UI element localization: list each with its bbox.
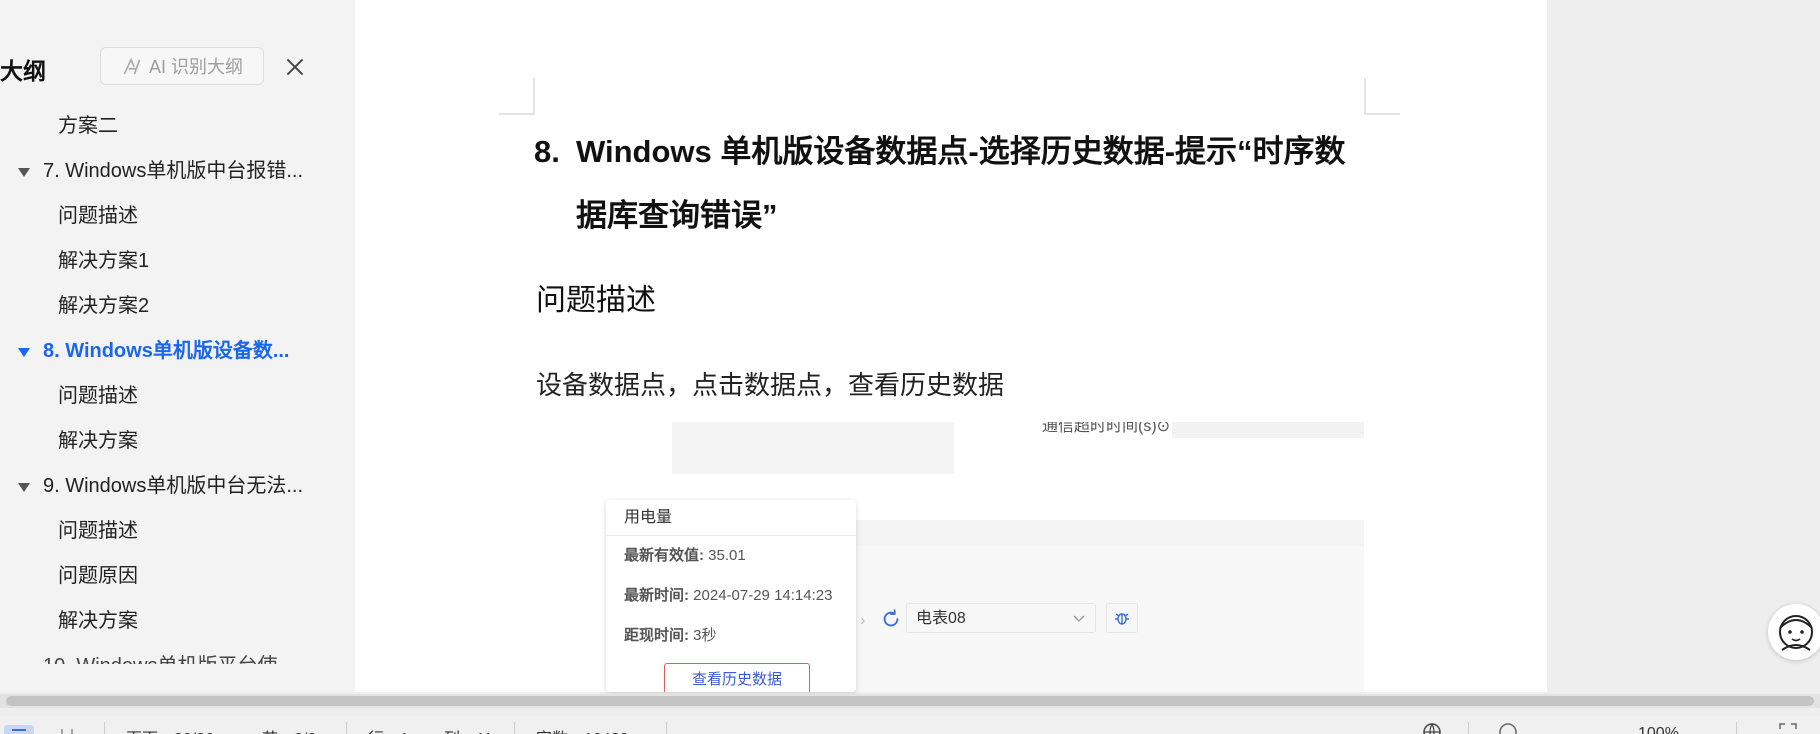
outline-item-label: 问题描述 [58,520,138,542]
screenshot-field [1172,422,1364,438]
screenshot-cut-label: 通信超时时间(s)⊙： [1042,422,1187,435]
outline-item[interactable]: 解决方案 [0,419,355,464]
chevron-right-icon: › [860,612,866,629]
ai-icon [123,57,141,75]
device-select: 电表08 [906,603,1096,633]
crop-mark-top-left [499,78,535,115]
layout-icon[interactable] [60,722,74,734]
outline-item[interactable]: 10. Windows单机版平台使... [0,644,355,664]
collapse-triangle-icon[interactable] [18,348,30,357]
outline-item-label: 方案二 [58,115,118,137]
heading-number: 8. [534,134,560,169]
outline-item-label: 解决方案1 [58,250,150,272]
refresh-icon [883,609,899,627]
scrollbar-thumb[interactable] [6,696,1814,706]
bug-icon [1115,613,1129,625]
outline-item[interactable]: 9. Windows单机版中台无法... [0,464,355,509]
row-indicator: 行：1 [368,725,409,734]
chevron-down-icon [1073,615,1085,622]
ai-outline-button[interactable]: AI 识别大纲 [100,47,264,85]
outline-item[interactable]: 问题描述 [0,194,355,239]
view-mode-icon[interactable] [4,722,34,734]
collapse-triangle-icon[interactable] [18,483,30,492]
document-page[interactable]: 8. Windows 单机版设备数据点-选择历史数据-提示“时序数据库查询错误”… [355,0,1547,692]
divider [346,722,347,734]
view-history-button: 查看历史数据 [664,663,810,692]
crop-mark-top-right [1364,78,1400,115]
popover-title: 用电量 [606,500,856,536]
outline-item-label: 8. Windows单机版设备数... [43,340,290,362]
outline-item[interactable]: 7. Windows单机版中台报错... [0,149,355,194]
outline-item-active[interactable]: 8. Windows单机版设备数... [0,329,355,374]
screenshot-panel [672,422,954,474]
divider [1736,722,1737,734]
outline-item-label: 问题原因 [58,565,138,587]
zoom-out-icon[interactable] [1498,722,1518,734]
divider [514,722,515,734]
latest-value-label: 最新有效值: [624,547,704,564]
outline-item-label: 7. Windows单机版中台报错... [43,160,304,182]
page-indicator[interactable]: 页面：30/36 [126,725,214,734]
zoom-level[interactable]: 100% [1638,725,1679,734]
horizontal-scrollbar[interactable] [0,694,1820,708]
since-line: 距现时间: 3秒 [624,624,717,645]
outline-item-label: 10. Windows单机版平台使... [43,655,294,664]
assistant-face-icon [1779,615,1813,651]
section-indicator: 节：2/2 [262,725,316,734]
fit-window-icon[interactable] [1778,722,1798,734]
outline-item-label: 9. Windows单机版中台无法... [43,475,304,497]
ai-outline-label: AI 识别大纲 [148,57,243,77]
outline-item-label: 问题描述 [58,385,138,407]
status-bar: 页面：30/36 节：2/2 行：1 列：11 字数：10480 100% [0,716,1820,734]
debug-button [1106,603,1138,633]
outline-item-label: 解决方案 [58,430,138,452]
outline-item[interactable]: 问题原因 [0,554,355,599]
heading-2: 问题描述 [536,284,656,317]
since-label: 距现时间: [624,627,689,644]
latest-time-line: 最新时间: 2024-07-29 14:14:23 [624,584,832,605]
latest-value-line: 最新有效值: 35.01 [624,544,746,565]
outline-item[interactable]: 解决方案 [0,599,355,644]
outline-item[interactable]: 问题描述 [0,374,355,419]
outline-list: 方案二 7. Windows单机版中台报错... 问题描述 解决方案1 解决方案… [0,104,355,664]
outline-item[interactable]: 问题描述 [0,509,355,554]
latest-time-label: 最新时间: [624,587,689,604]
globe-icon[interactable] [1422,722,1442,734]
since-value: 3秒 [693,627,717,644]
latest-time: 2024-07-29 14:14:23 [693,587,833,604]
latest-value: 35.01 [708,547,746,564]
outline-panel: 大纲 AI 识别大纲 方案二 7. Windows单机版中台报错... 问题描述… [0,0,355,692]
heading-text: Windows 单机版设备数据点-选择历史数据-提示“时序数据库查询错误” [576,134,1346,233]
close-icon[interactable] [282,54,308,80]
outline-item[interactable]: 解决方案1 [0,239,355,284]
device-select-value: 电表08 [916,610,966,627]
outline-item-label: 解决方案 [58,610,138,632]
collapse-triangle-icon[interactable] [18,168,30,177]
divider [1468,722,1469,734]
word-count[interactable]: 字数：10480 [536,725,629,734]
outline-item-label: 问题描述 [58,205,138,227]
outline-item[interactable]: 方案二 [0,104,355,149]
body-paragraph: 设备数据点，点击数据点，查看历史数据 [536,371,1005,401]
outline-item-label: 解决方案2 [58,295,150,317]
divider [104,722,105,734]
col-indicator: 列：11 [444,725,493,734]
assistant-avatar[interactable] [1768,604,1820,660]
outline-title: 大纲 [0,58,46,84]
datapoint-popover: 用电量 最新有效值: 35.01 最新时间: 2024-07-29 14:14:… [606,500,856,692]
outline-item[interactable]: 解决方案2 [0,284,355,329]
divider [666,722,667,734]
